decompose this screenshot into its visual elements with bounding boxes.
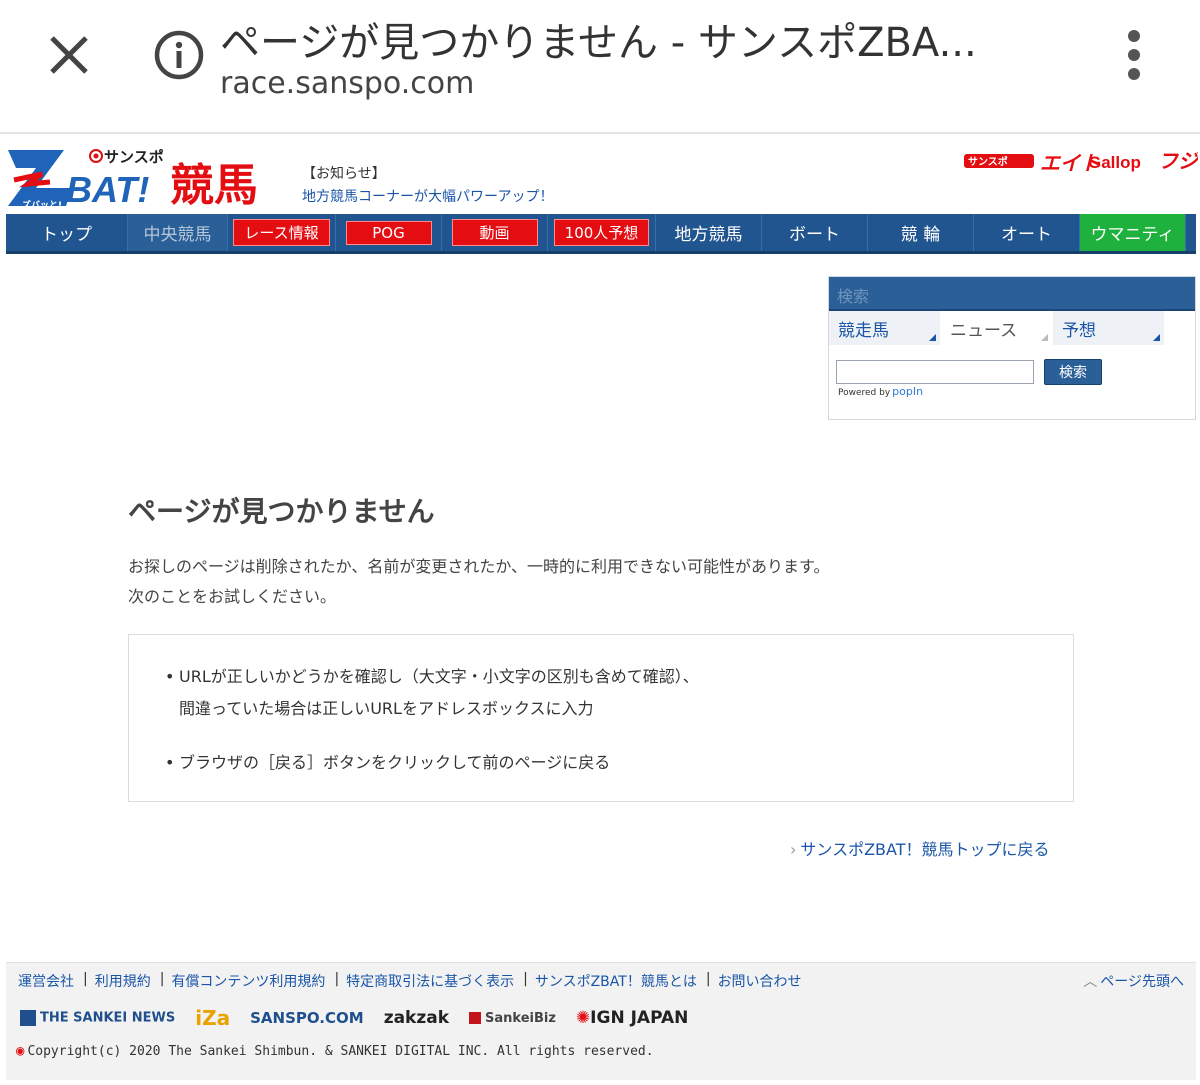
nav-item-top[interactable]: トップ: [6, 214, 128, 251]
nav-item-video[interactable]: 動画: [442, 214, 548, 251]
suggestion-item: URLが正しいかどうかを確認し（大文字・小文字の区別も含めて確認）、 間違ってい…: [165, 661, 699, 725]
brand-zakzak[interactable]: zakzak: [384, 1008, 449, 1028]
footer-link-company[interactable]: 運営会社: [18, 971, 74, 991]
brand-ign-japan[interactable]: ✺IGN JAPAN: [576, 1008, 688, 1028]
search-tabs: 競走馬 ニュース 予想: [829, 311, 1195, 345]
brand-sankeibiz[interactable]: SankeiBiz: [469, 1011, 556, 1026]
suggestions-box: URLが正しいかどうかを確認し（大文字・小文字の区別も含めて確認）、 間違ってい…: [128, 634, 1074, 802]
nav-item-pog[interactable]: POG: [336, 214, 442, 251]
suggestion-item: ブラウザの［戻る］ボタンをクリックして前のページに戻る: [165, 747, 699, 779]
search-button[interactable]: 検索: [1044, 359, 1102, 385]
svg-text:BAT!: BAT!: [66, 169, 149, 210]
search-header: 検索: [829, 277, 1195, 311]
copyright: ◉ Copyright(c) 2020 The Sankei Shimbun. …: [16, 1043, 654, 1059]
footer-link-terms[interactable]: 利用規約: [95, 971, 151, 991]
notice-link[interactable]: 地方競馬コーナーが大幅パワーアップ！: [302, 186, 553, 206]
partner-logos[interactable]: サンスポ エイト Gallop フジ: [962, 144, 1198, 176]
page-title: ページが見つかりません: [128, 495, 435, 528]
nav-item-race-info[interactable]: レース情報: [228, 214, 336, 251]
info-icon[interactable]: [152, 28, 206, 82]
tab-prediction[interactable]: 予想: [1053, 311, 1165, 345]
browser-url[interactable]: race.sanspo.com: [220, 66, 474, 101]
brand-sankei-news[interactable]: THE SANKEI NEWS: [20, 1010, 175, 1026]
brand-iza[interactable]: iZa: [195, 1006, 230, 1030]
nav-item-100-predictions[interactable]: 100人予想: [548, 214, 656, 251]
svg-text:Gallop: Gallop: [1088, 153, 1141, 172]
close-icon[interactable]: [44, 30, 94, 80]
nav-item-central[interactable]: 中央競馬: [128, 214, 228, 251]
nav-item-umanity[interactable]: ウマニティ: [1080, 214, 1186, 251]
tab-horse[interactable]: 競走馬: [829, 311, 941, 345]
browser-page-title: ページが見つかりません - サンスポZBA...: [220, 20, 977, 66]
overflow-menu-icon[interactable]: [1112, 28, 1156, 82]
ign-logo-icon: ✺: [575, 1008, 591, 1028]
chevron-right-icon: ›: [790, 840, 797, 859]
search-widget: 検索 競走馬 ニュース 予想 検索 Powered by popIn: [828, 276, 1196, 420]
nav-item-keirin[interactable]: 競 輪: [868, 214, 974, 251]
search-input[interactable]: [836, 360, 1034, 384]
error-description: お探しのページは削除されたか、名前が変更されたか、一時的に利用できない可能性があ…: [128, 557, 830, 606]
footer-links: 運営会社 | 利用規約 | 有償コンテンツ利用規約 | 特定商取引法に基づく表示 | サ…: [18, 971, 802, 991]
svg-text:フジ: フジ: [1158, 149, 1198, 173]
browser-toolbar: ページが見つかりません - サンスポZBA... race.sanspo.com: [0, 0, 1200, 134]
page-top-link[interactable]: ︿ ページ先頭へ: [1083, 971, 1184, 991]
nav-item-boat[interactable]: ボート: [762, 214, 868, 251]
footer: 運営会社 | 利用規約 | 有償コンテンツ利用規約 | 特定商取引法に基づく表示 | サ…: [6, 962, 1196, 1080]
svg-text:サンスポ: サンスポ: [104, 148, 164, 166]
site-logo[interactable]: BAT! サンスポ 競馬 ズバッと!: [6, 144, 290, 212]
notice-label: 【お知らせ】: [302, 166, 386, 182]
svg-text:競馬: 競馬: [170, 160, 258, 211]
nav-item-auto[interactable]: オート: [974, 214, 1080, 251]
sanspo-mark-icon: ◉: [16, 1043, 25, 1059]
footer-link-about[interactable]: サンスポZBAT！競馬とは: [535, 971, 697, 991]
svg-text:サンスポ: サンスポ: [968, 155, 1008, 168]
powered-by-popin[interactable]: Powered by popIn: [838, 386, 923, 398]
nav-item-local[interactable]: 地方競馬: [656, 214, 762, 251]
global-nav: トップ 中央競馬 レース情報 POG 動画 100人予想 地方競馬 ボート 競 …: [6, 214, 1196, 254]
group-brands: THE SANKEI NEWS iZa SANSPO.COM zakzak Sa…: [20, 1001, 708, 1035]
tab-news[interactable]: ニュース: [941, 311, 1053, 345]
back-to-top-link[interactable]: › サンスポZBAT！競馬トップに戻る: [790, 836, 1050, 860]
brand-sanspo[interactable]: SANSPO.COM: [250, 1009, 364, 1027]
svg-text:ズバッと!: ズバッと!: [22, 199, 62, 211]
footer-link-paid-terms[interactable]: 有償コンテンツ利用規約: [171, 971, 325, 991]
chevron-up-icon: ︿: [1083, 974, 1098, 990]
footer-link-commerce-law[interactable]: 特定商取引法に基づく表示: [346, 971, 514, 991]
footer-link-contact[interactable]: お問い合わせ: [718, 971, 802, 991]
